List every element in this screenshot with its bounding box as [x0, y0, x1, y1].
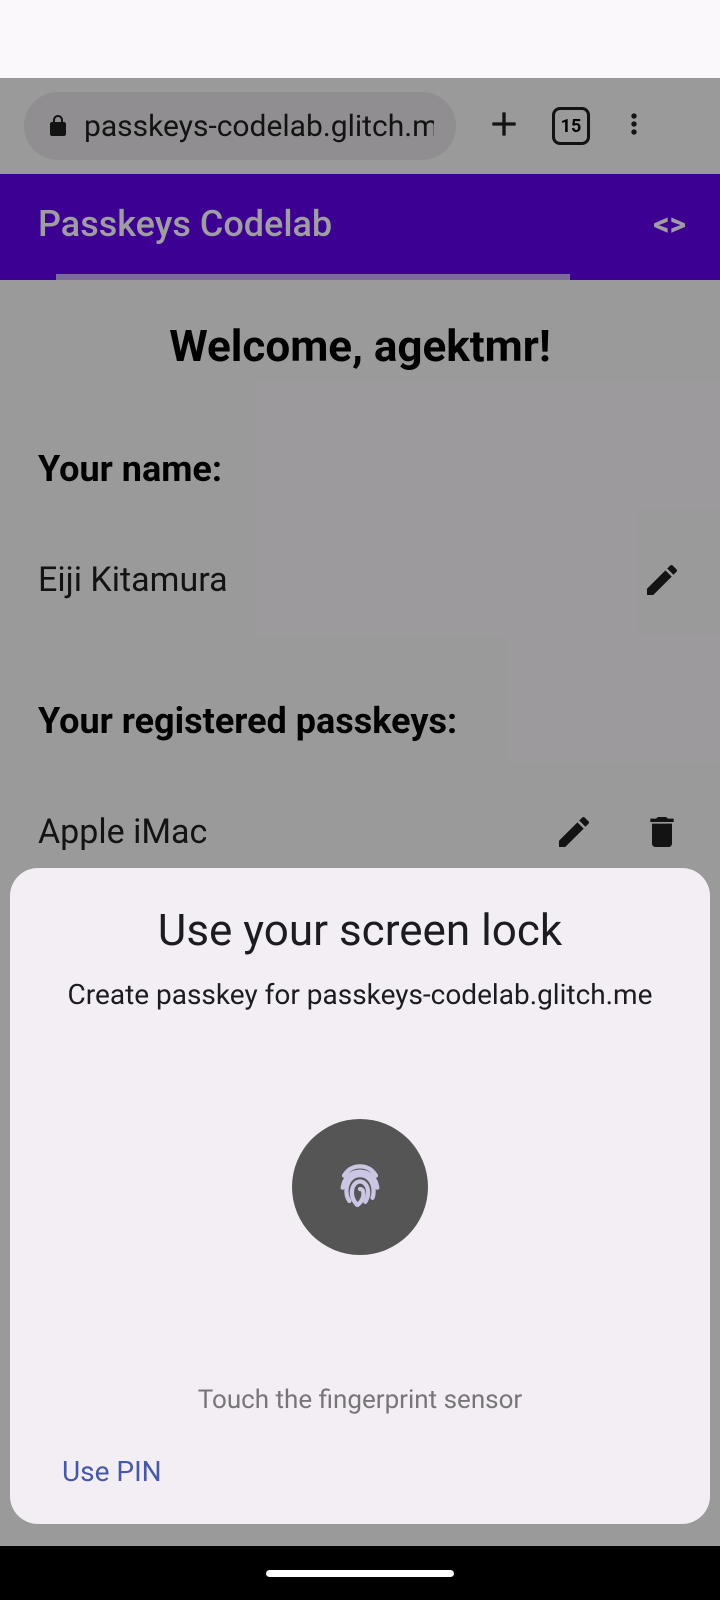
screen-lock-sheet: Use your screen lock Create passkey for …	[10, 868, 710, 1524]
nav-handle[interactable]	[266, 1570, 454, 1577]
sheet-subtitle: Create passkey for passkeys-codelab.glit…	[54, 978, 666, 1011]
status-bar	[0, 0, 720, 78]
fingerprint-sensor[interactable]	[292, 1119, 428, 1255]
system-nav-bar	[0, 1546, 720, 1600]
fingerprint-icon	[328, 1153, 392, 1221]
sheet-title: Use your screen lock	[54, 904, 666, 956]
sheet-hint: Touch the fingerprint sensor	[54, 1385, 666, 1415]
use-pin-button[interactable]: Use PIN	[54, 1443, 170, 1500]
